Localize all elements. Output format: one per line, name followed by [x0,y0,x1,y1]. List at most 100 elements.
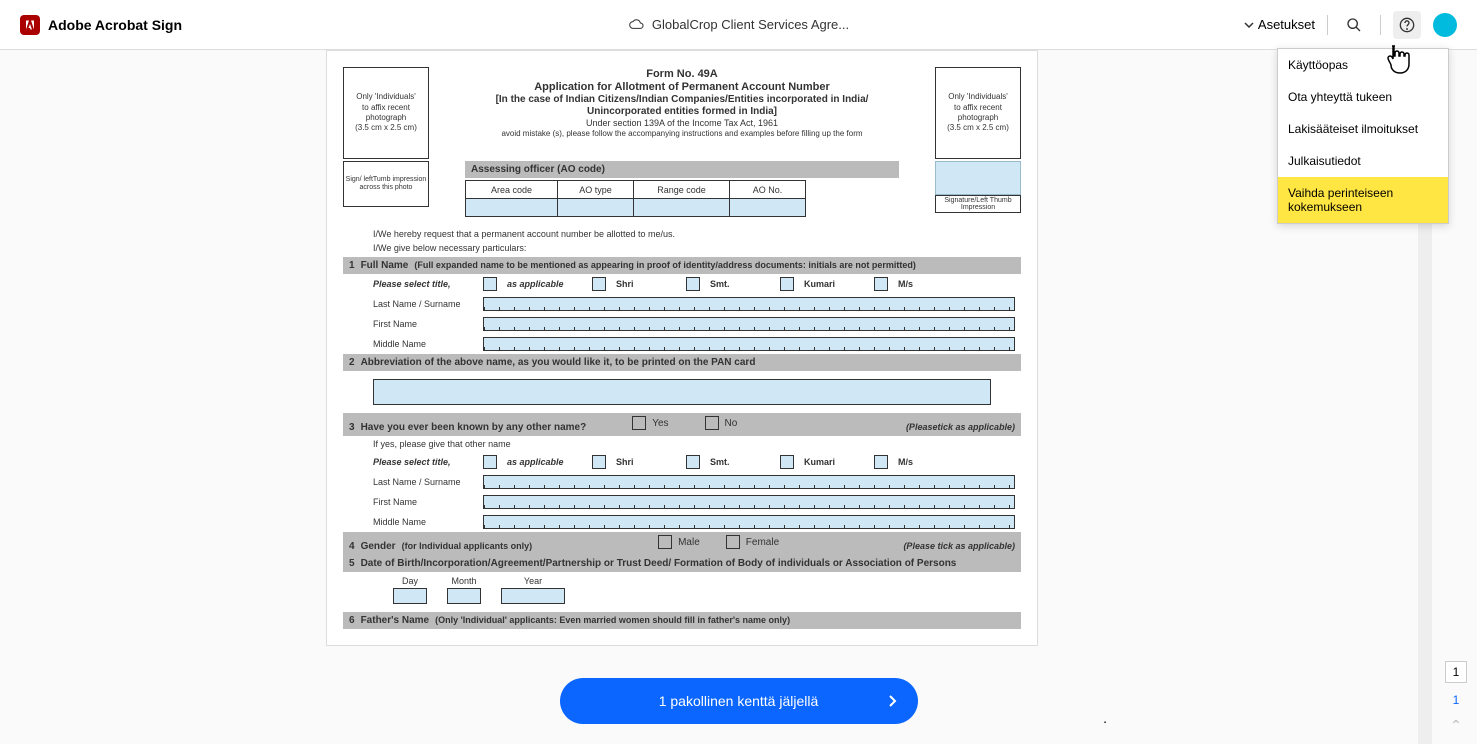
first-name-field[interactable] [483,317,1015,331]
middle-name-field[interactable] [483,337,1015,351]
header-doc-title: GlobalCrop Client Services Agre... [628,17,849,33]
last-name-row-2: Last Name / Surname [343,472,1021,492]
settings-dropdown-button[interactable]: Asetukset [1244,17,1315,32]
photo-text: photograph [958,113,998,123]
signature-field[interactable] [935,161,1021,195]
scroll-up-icon[interactable]: ⌃ [1450,717,1462,734]
photo-text: Only 'Individuals' [356,92,416,102]
doc-title-text: GlobalCrop Client Services Agre... [652,17,849,32]
request-text: I/We give below necessary particulars: [373,243,1021,253]
app-name: Adobe Acrobat Sign [48,17,182,33]
ao-range-code-field[interactable] [634,199,730,217]
gender-female-checkbox[interactable] [726,535,740,549]
photo-text: to affix recent [954,103,1002,113]
title-ms-checkbox[interactable] [874,277,888,291]
sign-box-left: Sign/ leftTumb impression across this ph… [343,161,429,207]
date-day-field[interactable] [393,588,427,604]
section-hint: (Only 'Individual' applicants: Even marr… [435,615,790,625]
opt-label: Smt. [710,457,770,467]
first-name-field-2[interactable] [483,495,1015,509]
menu-item-contact-support[interactable]: Ota yhteyttä tukeen [1278,81,1448,113]
ao-no-field[interactable] [730,199,806,217]
search-icon [1346,17,1362,33]
ao-type-field[interactable] [558,199,634,217]
doc-title-block: Form No. 49A Application for Allotment o… [465,67,899,139]
form-instruction: avoid mistake (s), please follow the acc… [465,129,899,138]
opt-label: Male [678,537,700,548]
menu-item-legal-notices[interactable]: Lakisääteiset ilmoitukset [1278,113,1448,145]
title-select-row: Please select title, as applicable Shri … [343,274,1021,294]
date-row: Day Month Year [343,572,1021,612]
opt-label: Yes [652,418,668,429]
section-num: 2 [349,357,355,368]
title-shri-checkbox-2[interactable] [592,455,606,469]
photo-box-right: Only 'Individuals' to affix recent photo… [935,67,1021,159]
required-fields-pill[interactable]: 1 pakollinen kenttä jäljellä [560,678,918,724]
title-shri-checkbox[interactable] [592,277,606,291]
middle-name-row-2: Middle Name [343,512,1021,532]
other-name-yes-checkbox[interactable] [632,416,646,430]
form-section-ref: Under section 139A of the Income Tax Act… [465,118,899,128]
document-page: Only 'Individuals' to affix recent photo… [326,50,1038,646]
row-label: If yes, please give that other name [373,439,511,449]
section-num: 4 [349,541,355,552]
ao-col-header: AO type [558,181,634,199]
total-pages: 1 [1453,693,1460,707]
last-name-field-2[interactable] [483,475,1015,489]
row-label: Please select title, [373,457,473,467]
help-dropdown-menu: Käyttöopas Ota yhteyttä tukeen Lakisääte… [1277,48,1449,224]
if-yes-row: If yes, please give that other name [343,436,1021,452]
ao-table: Area code AO type Range code AO No. [465,180,806,217]
title-checkbox[interactable] [483,277,497,291]
form-subtitle: [In the case of Indian Citizens/Indian C… [465,94,899,105]
doc-header-row: Only 'Individuals' to affix recent photo… [343,67,1021,159]
section-5-bar: 5 Date of Birth/Incorporation/Agreement/… [343,555,1021,572]
separator [1327,15,1328,35]
menu-item-switch-classic[interactable]: Vaihda perinteiseen kokemukseen [1278,177,1448,223]
row-label: Please select title, [373,279,473,289]
title-checkbox-2[interactable] [483,455,497,469]
middle-name-field-2[interactable] [483,515,1015,529]
menu-item-release-notes[interactable]: Julkaisutiedot [1278,145,1448,177]
user-avatar[interactable] [1433,13,1457,37]
help-button[interactable] [1393,11,1421,39]
last-name-field[interactable] [483,297,1015,311]
section-title: Full Name [361,260,409,271]
date-day-col: Day [393,576,427,604]
opt-label: as applicable [507,279,582,289]
section-3-bar: 3 Have you ever been known by any other … [343,413,1021,436]
title-smt-checkbox-2[interactable] [686,455,700,469]
gender-male-checkbox[interactable] [658,535,672,549]
section-6-bar: 6 Father's Name (Only 'Individual' appli… [343,612,1021,629]
adobe-logo-icon [20,15,40,35]
row-label: First Name [373,497,473,507]
title-select-row-2: Please select title, as applicable Shri … [343,452,1021,472]
search-button[interactable] [1340,11,1368,39]
section-hint: (Pleasetick as applicable) [906,422,1015,432]
date-label: Year [501,576,565,586]
title-ms-checkbox-2[interactable] [874,455,888,469]
title-smt-checkbox[interactable] [686,277,700,291]
date-month-field[interactable] [447,588,481,604]
row-label: Last Name / Surname [373,477,473,487]
cloud-icon [628,17,644,33]
section-hint: (for Individual applicants only) [402,541,533,551]
section-title: Father's Name [361,615,430,626]
menu-item-user-guide[interactable]: Käyttöopas [1278,49,1448,81]
middle-name-row: Middle Name [343,334,1021,354]
photo-box-left: Only 'Individuals' to affix recent photo… [343,67,429,159]
title-kumari-checkbox-2[interactable] [780,455,794,469]
opt-label: Shri [616,279,676,289]
abbreviation-field[interactable] [373,379,991,405]
date-year-field[interactable] [501,588,565,604]
row-label: First Name [373,319,473,329]
ao-area-code-field[interactable] [466,199,558,217]
date-month-col: Month [447,576,481,604]
row-label: Middle Name [373,517,473,527]
form-subtitle: Unincorporated entities formed in India] [465,106,899,117]
current-page-box[interactable]: 1 [1445,661,1467,683]
other-name-no-checkbox[interactable] [705,416,719,430]
opt-label: as applicable [507,457,582,467]
opt-label: Smt. [710,279,770,289]
title-kumari-checkbox[interactable] [780,277,794,291]
